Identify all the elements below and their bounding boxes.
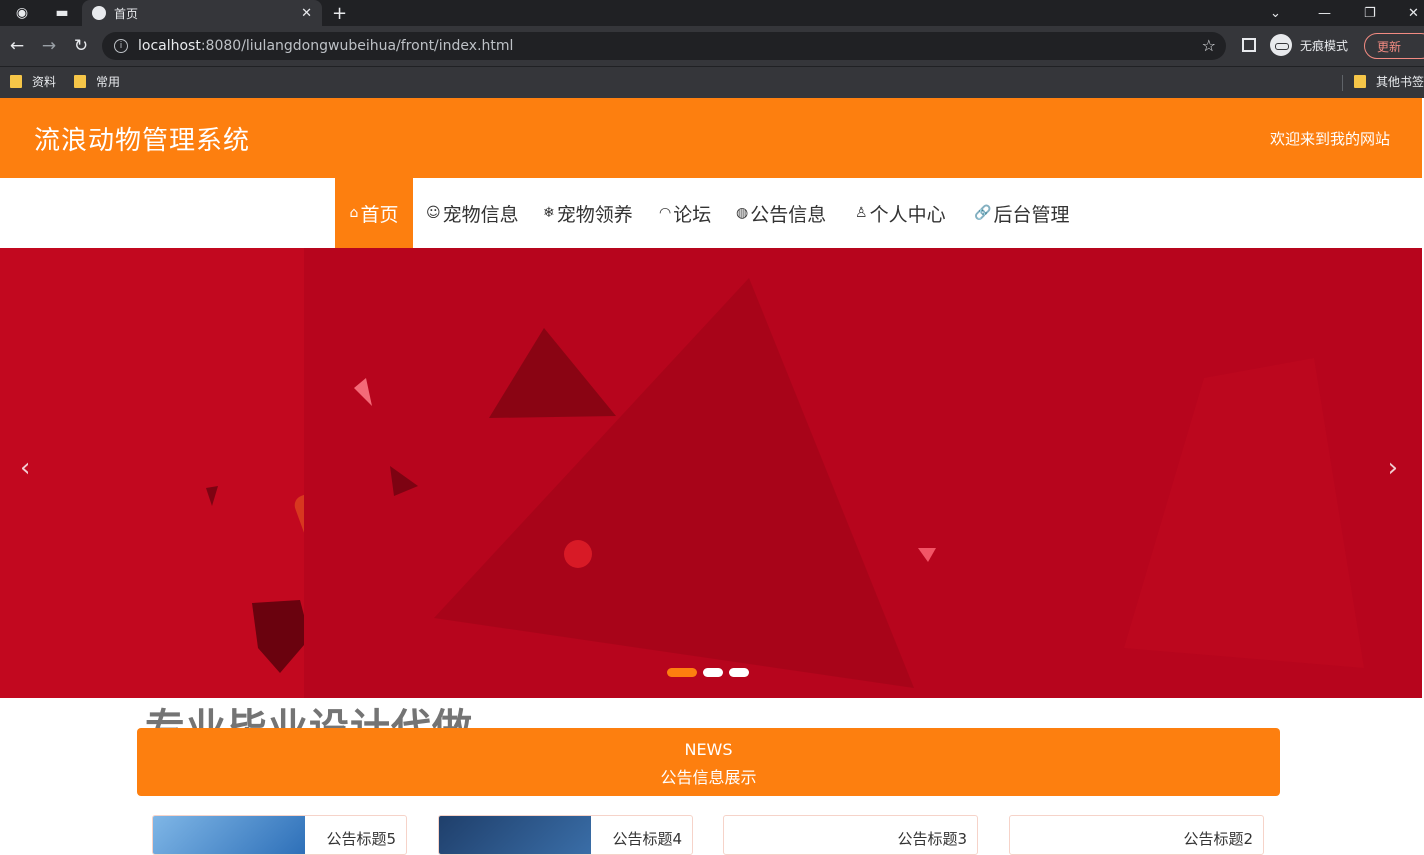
news-card[interactable]: 公告标题2 — [1009, 815, 1264, 855]
update-button[interactable]: 更新 — [1364, 33, 1424, 59]
news-thumbnail — [153, 816, 305, 854]
nav-label: 后台管理 — [993, 203, 1070, 226]
tab-search-icon[interactable]: ◉ — [4, 0, 40, 26]
incognito-icon — [1270, 34, 1292, 56]
banner-decor — [206, 474, 304, 673]
back-button[interactable]: ← — [2, 26, 32, 66]
snowflake-icon: ❄ — [543, 205, 555, 221]
nav-label: 论坛 — [673, 203, 712, 226]
browser-toolbar: ← → ↻ i localhost :8080/liulangdongwubei… — [0, 26, 1424, 66]
news-card[interactable]: 公告标题3 — [723, 815, 978, 855]
url-path: :8080/liulangdongwubeihua/front/index.ht… — [200, 38, 514, 54]
news-section-header: NEWS 公告信息展示 — [137, 728, 1280, 796]
banner-image — [304, 248, 1422, 698]
news-title-cn: 公告信息展示 — [660, 768, 757, 787]
carousel-dot[interactable] — [729, 668, 749, 677]
news-card-title: 公告标题5 — [326, 830, 396, 848]
bookmarks-bar: 资料 常用 其他书签 — [0, 66, 1424, 98]
bookmark-folder[interactable]: 常用 — [74, 73, 120, 90]
nav-label: 首页 — [360, 203, 399, 226]
nav-adoption[interactable]: ❄ 宠物领养 — [543, 178, 633, 248]
browser-tab-strip: ◉ ▬ 首页 ✕ + ⌄ — ❐ ✕ — [0, 0, 1424, 26]
site-title: 流浪动物管理系统 — [34, 126, 251, 156]
folder-icon — [74, 75, 86, 88]
pet-icon: ☺ — [426, 205, 441, 221]
news-card-title: 公告标题3 — [897, 830, 967, 848]
welcome-text: 欢迎来到我的网站 — [1269, 130, 1390, 148]
nav-home[interactable]: ⌂ 首页 — [335, 178, 413, 248]
news-thumbnail — [439, 816, 591, 854]
nav-pet-info[interactable]: ☺ 宠物信息 — [426, 178, 519, 248]
window-icon[interactable]: ▬ — [44, 0, 80, 26]
carousel-dot[interactable] — [667, 668, 697, 677]
divider — [1342, 75, 1343, 91]
folder-icon — [10, 75, 22, 88]
other-bookmarks[interactable]: 其他书签 — [1354, 73, 1424, 90]
home-icon: ⌂ — [349, 205, 359, 221]
url-host: localhost — [138, 38, 201, 54]
folder-icon — [1354, 75, 1366, 88]
nav-announcements[interactable]: ◍ 公告信息 — [736, 178, 826, 248]
globe-icon — [92, 6, 106, 20]
news-card-title: 公告标题2 — [1183, 830, 1253, 848]
dashboard-icon: ◠ — [659, 205, 672, 221]
carousel-next-button[interactable]: › — [1388, 453, 1398, 483]
nav-personal-center[interactable]: ♙ 个人中心 — [855, 178, 946, 248]
site-header: 流浪动物管理系统 欢迎来到我的网站 — [0, 98, 1422, 178]
bookmark-folder[interactable]: 资料 — [10, 73, 56, 90]
restore-button[interactable]: ❐ — [1364, 0, 1376, 26]
news-card-title: 公告标题4 — [612, 830, 682, 848]
nav-admin[interactable]: 🔗 后台管理 — [974, 178, 1069, 248]
carousel-indicators — [667, 668, 749, 677]
carousel-dot[interactable] — [703, 668, 723, 677]
main-nav: ⌂ 首页 ☺ 宠物信息 ❄ 宠物领养 ◠ 论坛 ◍ 公告信息 ♙ 个人中心 🔗 … — [0, 178, 1422, 248]
close-window-button[interactable]: ✕ — [1408, 0, 1419, 26]
news-title-en: NEWS — [684, 740, 733, 759]
info-icon[interactable]: i — [114, 39, 128, 53]
globe-icon: ◍ — [736, 205, 749, 221]
browser-tab[interactable]: 首页 ✕ — [82, 0, 322, 26]
banner-carousel[interactable]: ‹ › — [0, 248, 1422, 698]
star-icon[interactable]: ☆ — [1202, 36, 1216, 55]
carousel-prev-button[interactable]: ‹ — [20, 453, 30, 483]
profile-button[interactable]: 无痕模式 — [1270, 34, 1348, 56]
address-bar[interactable]: i localhost :8080/liulangdongwubeihua/fr… — [102, 32, 1226, 60]
profile-label: 无痕模式 — [1300, 38, 1349, 53]
nav-label: 公告信息 — [750, 203, 827, 226]
news-card[interactable]: 公告标题4 — [438, 815, 693, 855]
reload-button[interactable]: ↻ — [66, 26, 96, 66]
minimize-button[interactable]: — — [1318, 0, 1331, 26]
nav-label: 个人中心 — [869, 203, 946, 226]
bookmark-label: 资料 — [32, 75, 57, 89]
forward-button[interactable]: → — [34, 26, 64, 66]
update-label: 更新 — [1377, 39, 1402, 54]
chevron-down-icon[interactable]: ⌄ — [1270, 0, 1281, 26]
new-tab-button[interactable]: + — [332, 0, 347, 26]
close-tab-icon[interactable]: ✕ — [301, 6, 312, 21]
tab-title: 首页 — [114, 6, 139, 21]
nav-forum[interactable]: ◠ 论坛 — [659, 178, 711, 248]
nav-label: 宠物领养 — [556, 203, 633, 226]
nav-label: 宠物信息 — [442, 203, 519, 226]
news-card[interactable]: 公告标题5 — [152, 815, 407, 855]
banner-artwork — [354, 278, 1364, 688]
bookmark-label: 常用 — [96, 75, 121, 89]
bookmark-label: 其他书签 — [1376, 75, 1424, 89]
side-panel-icon[interactable] — [1242, 38, 1256, 52]
user-icon: ♙ — [855, 205, 868, 221]
link-icon: 🔗 — [974, 205, 992, 221]
